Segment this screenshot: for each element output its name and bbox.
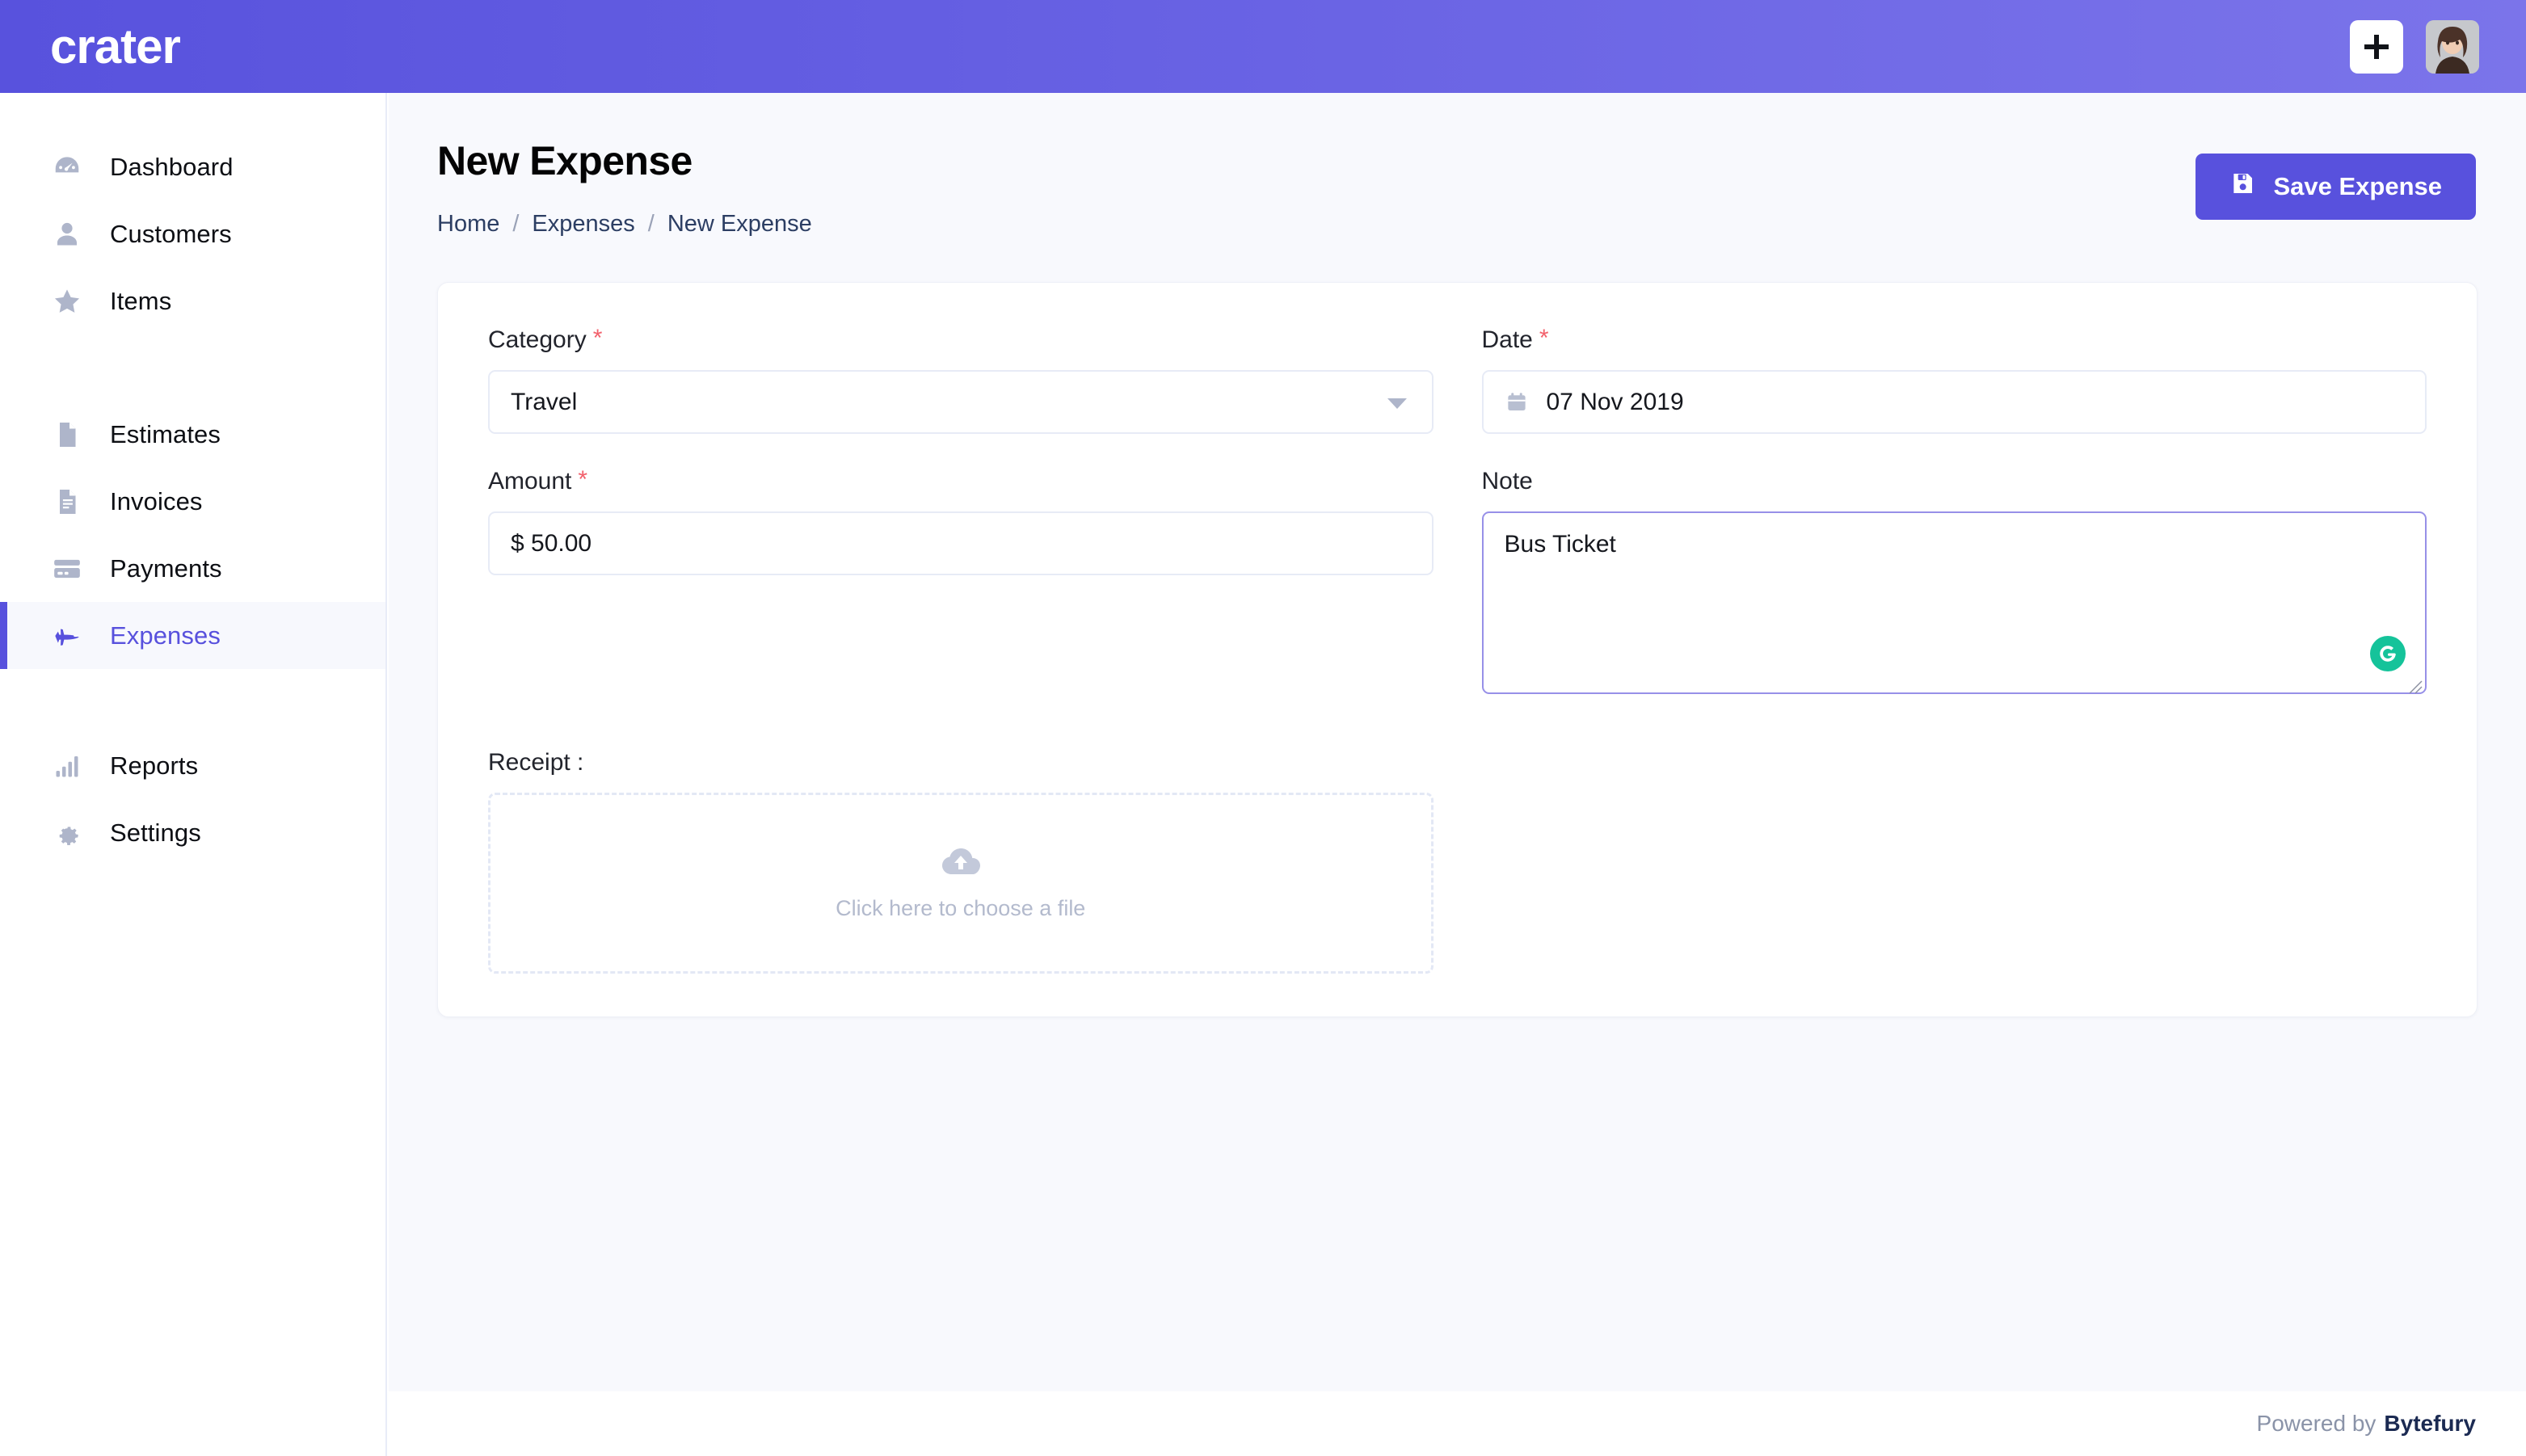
category-select[interactable]: Travel <box>488 370 1434 434</box>
sidebar-item-reports[interactable]: Reports <box>0 732 385 799</box>
calendar-icon <box>1505 390 1529 414</box>
document-icon <box>50 420 84 449</box>
bar-chart-icon <box>50 751 84 781</box>
note-label-text: Note <box>1481 468 1533 494</box>
sidebar-item-label: Customers <box>110 219 232 248</box>
sidebar-group-divider <box>0 335 385 401</box>
page-header-left: New Expense Home / Expenses / New Expens… <box>437 137 812 238</box>
sidebar-navigation: Dashboard Customers Items Estimates Invo… <box>0 93 387 1456</box>
date-label-text: Date <box>1481 326 1533 353</box>
person-icon <box>50 220 84 249</box>
logo-text: crater <box>50 19 181 74</box>
receipt-dropzone[interactable]: Click here to choose a file <box>488 793 1434 974</box>
sidebar-group-divider <box>0 669 385 732</box>
date-input[interactable]: 07 Nov 2019 <box>1481 370 2427 434</box>
gear-icon <box>50 818 84 848</box>
main-content-area: New Expense Home / Expenses / New Expens… <box>389 93 2526 1391</box>
breadcrumb-item-home[interactable]: Home <box>437 211 499 238</box>
receipt-label-text: Receipt : <box>488 749 584 776</box>
page-header: New Expense Home / Expenses / New Expens… <box>389 93 2526 238</box>
date-field: Date * 07 Nov 2019 <box>1481 325 2427 434</box>
amount-field: Amount * $ 50.00 <box>488 468 1434 694</box>
sidebar-item-settings[interactable]: Settings <box>0 799 385 866</box>
receipt-field: Receipt : Click here to choose a file <box>488 749 1434 974</box>
credit-card-icon <box>50 553 84 584</box>
avatar[interactable] <box>2426 19 2479 74</box>
required-marker: * <box>578 466 588 493</box>
note-field: Note Bus Ticket <box>1481 468 2427 694</box>
breadcrumb-item-current: New Expense <box>667 211 812 237</box>
add-new-button[interactable] <box>2350 19 2403 74</box>
sidebar-item-estimates[interactable]: Estimates <box>0 401 385 468</box>
sidebar-item-payments[interactable]: Payments <box>0 535 385 602</box>
required-marker: * <box>592 325 603 351</box>
receipt-dropzone-text: Click here to choose a file <box>836 896 1086 920</box>
textarea-resize-handle[interactable] <box>2405 673 2423 694</box>
rocket-icon <box>50 620 84 652</box>
date-label: Date * <box>1481 325 2427 354</box>
cloud-upload-icon <box>940 845 982 882</box>
breadcrumb: Home / Expenses / New Expense <box>437 211 812 238</box>
sidebar-item-label: Dashboard <box>110 152 234 181</box>
breadcrumb-item-expenses[interactable]: Expenses <box>532 211 634 238</box>
footer-powered-text: Powered by <box>2256 1411 2377 1436</box>
dashboard-gauge-icon <box>50 152 84 183</box>
category-label: Category * <box>488 325 1434 354</box>
breadcrumb-separator: / <box>647 211 655 237</box>
sidebar-item-label: Payments <box>110 553 222 583</box>
required-marker: * <box>1539 325 1549 351</box>
footer-brand-link[interactable]: Bytefury <box>2384 1411 2476 1437</box>
save-disk-icon <box>2229 170 2255 203</box>
save-expense-label: Save Expense <box>2273 172 2442 200</box>
page-footer: Powered by Bytefury <box>389 1391 2526 1456</box>
topbar-actions <box>2350 19 2479 74</box>
amount-value: $ 50.00 <box>511 529 592 557</box>
grammarly-icon[interactable] <box>2370 636 2406 671</box>
sidebar-item-invoices[interactable]: Invoices <box>0 468 385 535</box>
expense-form-card: Category * Travel Date * 07 Nov 2019 Amo… <box>437 282 2478 1017</box>
date-value: 07 Nov 2019 <box>1546 388 1684 415</box>
sidebar-item-label: Reports <box>110 751 199 780</box>
user-avatar-image <box>2426 19 2479 74</box>
receipt-label: Receipt : <box>488 749 1434 776</box>
chevron-down-icon <box>1387 389 1408 416</box>
sidebar-item-label: Settings <box>110 818 201 847</box>
plus-icon <box>2364 34 2389 59</box>
sidebar-item-items[interactable]: Items <box>0 267 385 335</box>
sidebar-item-label: Estimates <box>110 419 221 448</box>
top-header-bar: crater <box>0 0 2526 93</box>
document-lines-icon <box>50 487 84 516</box>
page-title: New Expense <box>437 138 693 183</box>
note-label: Note <box>1482 468 2427 494</box>
star-icon <box>50 286 84 317</box>
sidebar-item-dashboard[interactable]: Dashboard <box>0 133 385 200</box>
amount-label-text: Amount <box>488 468 572 494</box>
category-field: Category * Travel <box>488 326 1434 434</box>
note-textarea[interactable]: Bus Ticket <box>1481 511 2427 694</box>
sidebar-item-label: Invoices <box>110 486 203 515</box>
category-selected-value: Travel <box>511 388 578 415</box>
category-label-text: Category <box>488 326 587 353</box>
amount-label: Amount * <box>488 466 1434 495</box>
breadcrumb-separator: / <box>512 211 520 237</box>
amount-input[interactable]: $ 50.00 <box>488 511 1434 575</box>
sidebar-item-label: Items <box>110 286 172 315</box>
form-grid: Category * Travel Date * 07 Nov 2019 Amo… <box>488 326 2427 694</box>
save-expense-button[interactable]: Save Expense <box>2196 154 2476 220</box>
sidebar-item-customers[interactable]: Customers <box>0 200 385 267</box>
sidebar-item-expenses[interactable]: Expenses <box>0 602 385 669</box>
note-value: Bus Ticket <box>1504 531 1616 558</box>
sidebar-item-label: Expenses <box>110 621 221 650</box>
app-logo[interactable]: crater <box>0 19 181 74</box>
